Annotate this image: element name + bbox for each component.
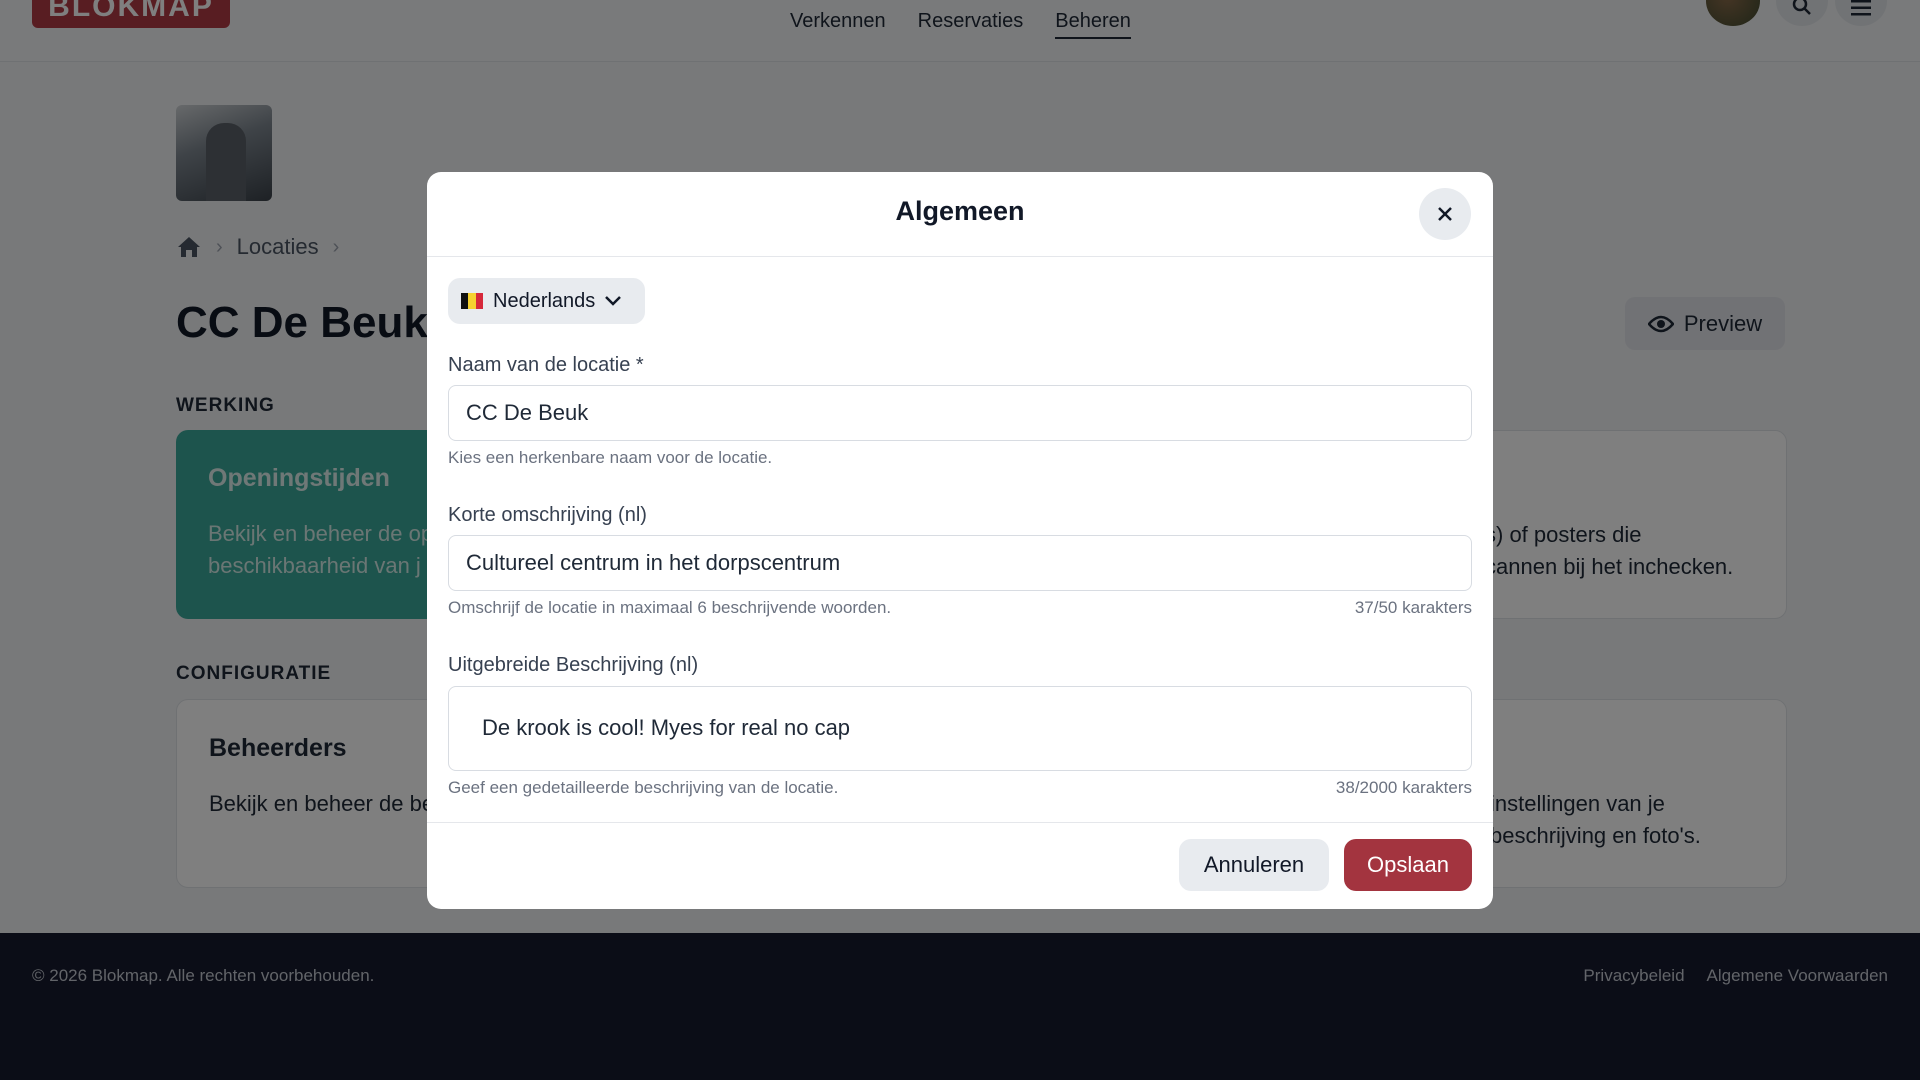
long-desc-label: Uitgebreide Beschrijving (nl) [448,654,699,676]
name-input[interactable]: CC De Beuk [448,385,1472,441]
close-button[interactable] [1419,188,1471,240]
long-desc-value: De krook is cool! Myes for real no cap [482,715,851,740]
short-desc-input[interactable]: Cultureel centrum in het dorpscentrum [448,535,1472,591]
long-desc-count: 38/2000 karakters [1335,778,1472,797]
long-desc-hint: Geef een gedetailleerde beschrijving van… [448,778,839,797]
modal-header: Algemeen [427,172,1493,257]
long-desc-editor[interactable]: De krook is cool! Myes for real no cap [448,686,1472,771]
modal-title: Algemeen [895,196,1025,226]
belgium-flag-icon [461,293,483,309]
short-desc-hint: Omschrijf de locatie in maximaal 6 besch… [448,598,892,617]
algemeen-dialog: Algemeen Nederlands Naam van de locatie … [427,172,1493,909]
save-button[interactable]: Opslaan [1344,839,1472,891]
short-desc-count: 37/50 karakters [1354,598,1472,617]
name-hint: Kies een herkenbare naam voor de locatie… [448,448,773,467]
short-desc-value: Cultureel centrum in het dorpscentrum [466,550,841,575]
language-label: Nederlands [493,289,596,312]
name-input-value: CC De Beuk [466,400,589,425]
short-desc-label: Korte omschrijving (nl) [448,504,647,526]
cancel-button[interactable]: Annuleren [1179,839,1329,891]
language-select[interactable]: Nederlands [448,278,645,324]
modal-footer: Annuleren Opslaan [427,822,1493,909]
close-icon [1438,207,1452,221]
name-label: Naam van de locatie * [448,354,644,376]
chevron-down-icon [605,296,622,306]
